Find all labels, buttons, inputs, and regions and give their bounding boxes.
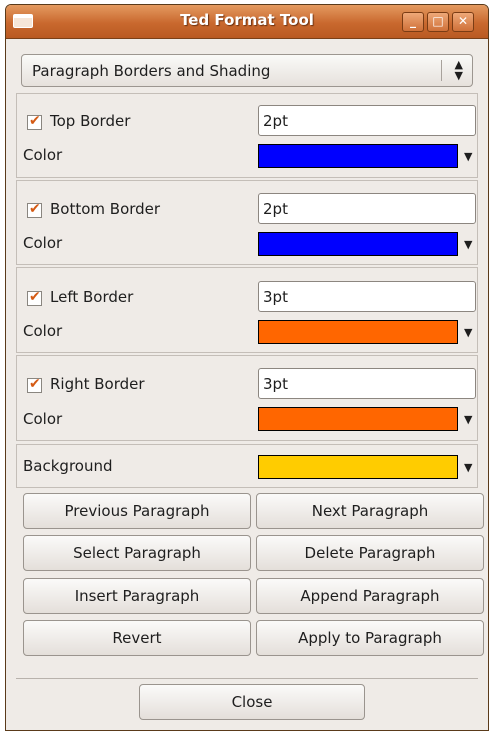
next-paragraph-button[interactable]: Next Paragraph xyxy=(256,493,484,529)
bottom-border-color-swatch[interactable] xyxy=(258,232,458,256)
left-border-width-input[interactable]: 3pt xyxy=(258,281,476,312)
background-color-dropdown-icon[interactable]: ▼ xyxy=(464,461,472,474)
insert-paragraph-button[interactable]: Insert Paragraph xyxy=(23,578,251,614)
left-border-color-dropdown-icon[interactable]: ▼ xyxy=(464,326,472,339)
revert-button[interactable]: Revert xyxy=(23,620,251,656)
top-border-width-input[interactable]: 2pt xyxy=(258,105,476,136)
right-border-color-label: Color xyxy=(23,410,63,428)
minimize-button[interactable]: _ xyxy=(402,12,424,32)
bottom-border-checkbox[interactable]: ✔ xyxy=(27,201,42,218)
check-icon: ✔ xyxy=(29,201,41,217)
check-icon: ✔ xyxy=(29,113,41,129)
title-bar[interactable]: Ted Format Tool _ □ ✕ xyxy=(6,5,488,39)
right-border-checkbox[interactable]: ✔ xyxy=(27,376,42,393)
separator xyxy=(16,678,478,679)
maximize-button[interactable]: □ xyxy=(427,12,449,32)
bottom-border-color-label: Color xyxy=(23,234,63,252)
apply-to-paragraph-button[interactable]: Apply to Paragraph xyxy=(256,620,484,656)
left-border-color-label: Color xyxy=(23,322,63,340)
right-border-label: Right Border xyxy=(50,375,145,393)
top-border-checkbox[interactable]: ✔ xyxy=(27,113,42,130)
check-icon: ✔ xyxy=(29,376,41,392)
bottom-border-label: Bottom Border xyxy=(50,200,161,218)
bottom-border-color-dropdown-icon[interactable]: ▼ xyxy=(464,238,472,251)
selector-separator xyxy=(441,60,442,81)
format-page-selector[interactable]: Paragraph Borders and Shading ▲ ▼ xyxy=(21,54,473,87)
top-border-color-dropdown-icon[interactable]: ▼ xyxy=(464,150,472,163)
close-window-button[interactable]: ✕ xyxy=(452,12,474,32)
top-border-color-label: Color xyxy=(23,146,63,164)
right-border-width-input[interactable]: 3pt xyxy=(258,368,476,399)
background-color-swatch[interactable] xyxy=(258,455,458,479)
previous-paragraph-button[interactable]: Previous Paragraph xyxy=(23,493,251,529)
bottom-border-width-input[interactable]: 2pt xyxy=(258,193,476,224)
top-border-label: Top Border xyxy=(50,112,131,130)
left-border-label: Left Border xyxy=(50,288,134,306)
up-down-arrows-icon: ▲ ▼ xyxy=(454,58,463,82)
select-paragraph-button[interactable]: Select Paragraph xyxy=(23,535,251,571)
delete-paragraph-button[interactable]: Delete Paragraph xyxy=(256,535,484,571)
check-icon: ✔ xyxy=(29,289,41,305)
top-border-color-swatch[interactable] xyxy=(258,144,458,168)
selector-value: Paragraph Borders and Shading xyxy=(32,62,271,80)
left-border-checkbox[interactable]: ✔ xyxy=(27,289,42,306)
left-border-color-swatch[interactable] xyxy=(258,320,458,344)
close-button[interactable]: Close xyxy=(139,684,365,720)
append-paragraph-button[interactable]: Append Paragraph xyxy=(256,578,484,614)
right-border-color-swatch[interactable] xyxy=(258,407,458,431)
format-tool-window: Ted Format Tool _ □ ✕ Paragraph Borders … xyxy=(5,4,489,731)
background-label: Background xyxy=(23,457,113,475)
right-border-color-dropdown-icon[interactable]: ▼ xyxy=(464,413,472,426)
